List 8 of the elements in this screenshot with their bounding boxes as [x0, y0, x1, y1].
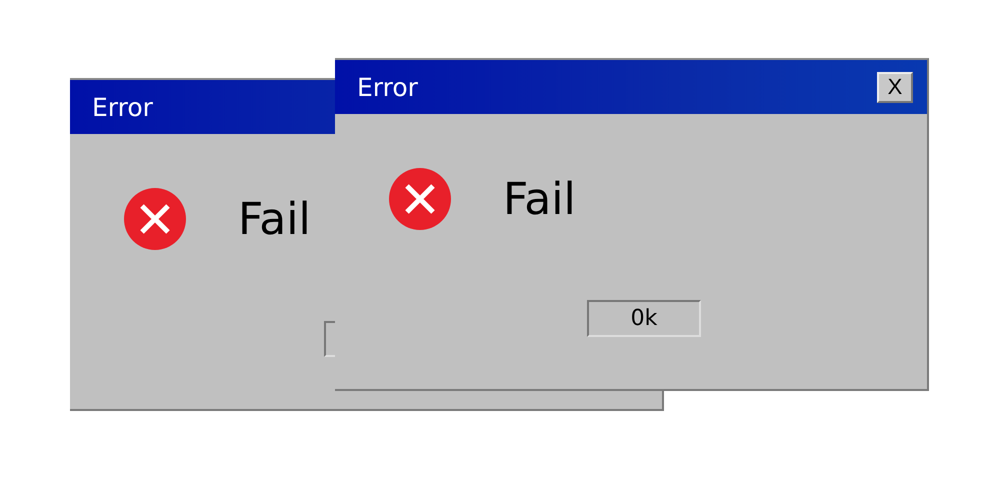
close-button[interactable]: X [877, 72, 913, 102]
error-message: Fail [503, 174, 576, 224]
window-title: Error [357, 72, 418, 102]
ok-button[interactable]: 0k [587, 300, 701, 337]
error-icon [389, 168, 451, 230]
window-title: Error [92, 92, 153, 122]
error-icon [124, 188, 186, 250]
error-message: Fail [238, 194, 311, 244]
